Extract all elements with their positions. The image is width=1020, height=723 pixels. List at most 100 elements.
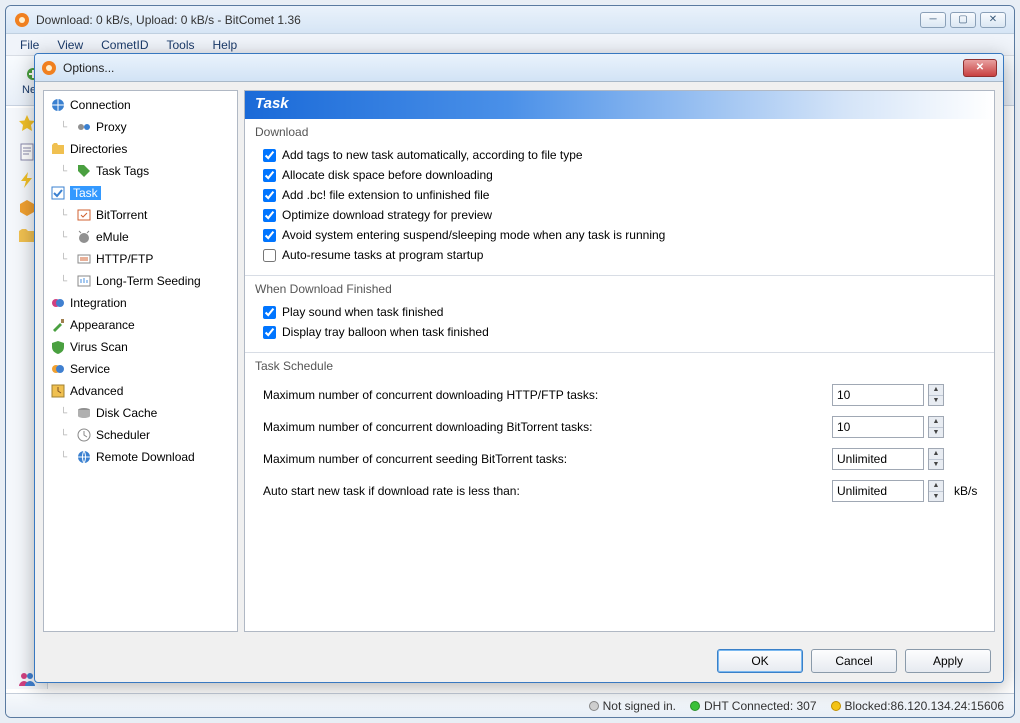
- label-max-http: Maximum number of concurrent downloading…: [263, 388, 832, 402]
- minimize-button[interactable]: ─: [920, 12, 946, 28]
- spinner-max-bt[interactable]: ▲▼: [928, 416, 944, 438]
- menu-file[interactable]: File: [12, 36, 47, 54]
- tree-task[interactable]: Task: [44, 182, 237, 204]
- checkbox-autoresume[interactable]: [263, 249, 276, 262]
- grey-dot-icon: [589, 701, 599, 711]
- window-controls: ─ ▢ ✕: [920, 12, 1006, 28]
- input-autostart[interactable]: [832, 480, 924, 502]
- maximize-button[interactable]: ▢: [950, 12, 976, 28]
- menu-help[interactable]: Help: [205, 36, 246, 54]
- tree-scheduler[interactable]: Scheduler: [44, 424, 237, 446]
- integration-icon: [50, 295, 66, 311]
- cancel-button[interactable]: Cancel: [811, 649, 897, 673]
- checkbox-bcext[interactable]: [263, 189, 276, 202]
- tag-icon: [76, 163, 92, 179]
- status-signin: Not signed in.: [589, 699, 676, 713]
- input-max-seed[interactable]: [832, 448, 924, 470]
- checkbox-balloon[interactable]: [263, 326, 276, 339]
- checkbox-tags[interactable]: [263, 149, 276, 162]
- unit-kbs: kB/s: [954, 484, 984, 498]
- main-titlebar: Download: 0 kB/s, Upload: 0 kB/s - BitCo…: [6, 6, 1014, 34]
- status-dht: DHT Connected: 307: [690, 699, 817, 713]
- dialog-titlebar: Options... ✕: [35, 54, 1003, 82]
- brush-icon: [50, 317, 66, 333]
- green-dot-icon: [690, 701, 700, 711]
- tree-service[interactable]: Service: [44, 358, 237, 380]
- tree-proxy[interactable]: Proxy: [44, 116, 237, 138]
- seed-icon: [76, 273, 92, 289]
- options-panel: Task Download Add tags to new task autom…: [244, 90, 995, 632]
- label-suspend[interactable]: Avoid system entering suspend/sleeping m…: [282, 228, 665, 242]
- dialog-body: Connection Proxy Directories Task Tags T…: [35, 82, 1003, 640]
- service-icon: [50, 361, 66, 377]
- label-tags[interactable]: Add tags to new task automatically, acco…: [282, 148, 583, 162]
- folder-tree-icon: [50, 141, 66, 157]
- spinner-autostart[interactable]: ▲▼: [928, 480, 944, 502]
- shield-icon: [50, 339, 66, 355]
- tree-integration[interactable]: Integration: [44, 292, 237, 314]
- group-finished: When Download Finished Play sound when t…: [245, 276, 994, 353]
- options-icon: [41, 60, 57, 76]
- checkbox-optimize[interactable]: [263, 209, 276, 222]
- panel-header: Task: [245, 91, 994, 119]
- tree-emule[interactable]: eMule: [44, 226, 237, 248]
- spinner-max-seed[interactable]: ▲▼: [928, 448, 944, 470]
- advanced-icon: [50, 383, 66, 399]
- checkbox-allocate[interactable]: [263, 169, 276, 182]
- options-dialog: Options... ✕ Connection Proxy Directorie…: [34, 53, 1004, 683]
- apply-button[interactable]: Apply: [905, 649, 991, 673]
- proxy-icon: [76, 119, 92, 135]
- tree-longterm[interactable]: Long-Term Seeding: [44, 270, 237, 292]
- tree-httpftp[interactable]: HTTP/FTP: [44, 248, 237, 270]
- close-button[interactable]: ✕: [980, 12, 1006, 28]
- spinner-max-http[interactable]: ▲▼: [928, 384, 944, 406]
- disk-icon: [76, 405, 92, 421]
- group-schedule: Task Schedule Maximum number of concurre…: [245, 353, 994, 517]
- ok-button[interactable]: OK: [717, 649, 803, 673]
- tree-advanced[interactable]: Advanced: [44, 380, 237, 402]
- bt-icon: [76, 207, 92, 223]
- globe-icon: [50, 97, 66, 113]
- label-autoresume[interactable]: Auto-resume tasks at program startup: [282, 248, 483, 262]
- remote-icon: [76, 449, 92, 465]
- label-max-seed: Maximum number of concurrent seeding Bit…: [263, 452, 832, 466]
- tree-virus[interactable]: Virus Scan: [44, 336, 237, 358]
- yellow-dot-icon: [831, 701, 841, 711]
- statusbar: Not signed in. DHT Connected: 307 Blocke…: [6, 693, 1014, 717]
- group-finished-title: When Download Finished: [255, 282, 984, 296]
- app-icon: [14, 12, 30, 28]
- label-max-bt: Maximum number of concurrent downloading…: [263, 420, 832, 434]
- emule-icon: [76, 229, 92, 245]
- dialog-title: Options...: [63, 61, 963, 75]
- tree-directories[interactable]: Directories: [44, 138, 237, 160]
- task-icon: [50, 185, 66, 201]
- group-download-title: Download: [255, 125, 984, 139]
- checkbox-sound[interactable]: [263, 306, 276, 319]
- label-optimize[interactable]: Optimize download strategy for preview: [282, 208, 492, 222]
- label-allocate[interactable]: Allocate disk space before downloading: [282, 168, 493, 182]
- menu-view[interactable]: View: [49, 36, 91, 54]
- label-balloon[interactable]: Display tray balloon when task finished: [282, 325, 489, 339]
- tree-bittorrent[interactable]: BitTorrent: [44, 204, 237, 226]
- label-sound[interactable]: Play sound when task finished: [282, 305, 443, 319]
- http-icon: [76, 251, 92, 267]
- clock-icon: [76, 427, 92, 443]
- tree-connection[interactable]: Connection: [44, 94, 237, 116]
- label-autostart: Auto start new task if download rate is …: [263, 484, 832, 498]
- tree-appearance[interactable]: Appearance: [44, 314, 237, 336]
- options-tree: Connection Proxy Directories Task Tags T…: [43, 90, 238, 632]
- checkbox-suspend[interactable]: [263, 229, 276, 242]
- tree-diskcache[interactable]: Disk Cache: [44, 402, 237, 424]
- group-schedule-title: Task Schedule: [255, 359, 984, 373]
- status-blocked: Blocked:86.120.134.24:15606: [831, 699, 1004, 713]
- window-title: Download: 0 kB/s, Upload: 0 kB/s - BitCo…: [36, 13, 920, 27]
- input-max-bt[interactable]: [832, 416, 924, 438]
- menu-cometid[interactable]: CometID: [93, 36, 156, 54]
- menu-tools[interactable]: Tools: [158, 36, 202, 54]
- input-max-http[interactable]: [832, 384, 924, 406]
- label-bcext[interactable]: Add .bc! file extension to unfinished fi…: [282, 188, 489, 202]
- dialog-close-button[interactable]: ✕: [963, 59, 997, 77]
- group-download: Download Add tags to new task automatica…: [245, 119, 994, 276]
- tree-remote[interactable]: Remote Download: [44, 446, 237, 468]
- tree-tasktags[interactable]: Task Tags: [44, 160, 237, 182]
